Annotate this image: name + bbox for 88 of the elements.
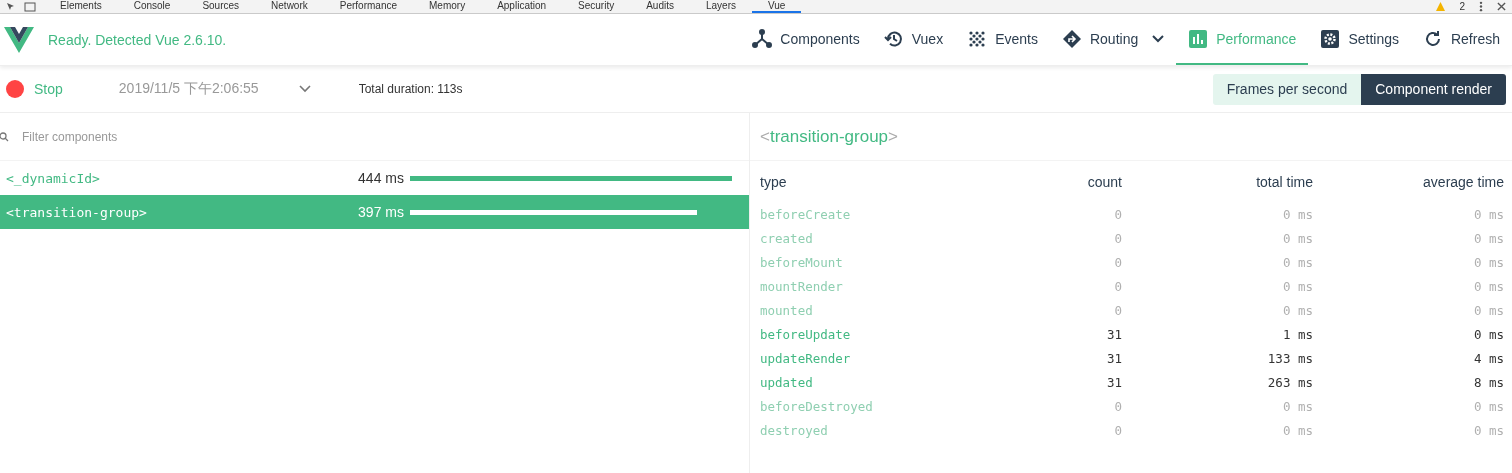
close-icon[interactable] [1497,2,1506,11]
table-cell-text: 0 ms [1281,422,1313,440]
table-cell-text: 0 [1113,206,1122,224]
table-cell-text: 0 ms [1281,254,1313,272]
table-cell-text: 4 ms [1472,350,1504,368]
status-text: Ready. Detected Vue 2.6.10. [48,31,227,48]
warning-count[interactable]: 2 [1459,1,1465,12]
table-cell-text: 0 ms [1281,206,1313,224]
table-cell-text: 0 [1113,302,1122,320]
table-cell-text: 1 ms [1281,326,1313,344]
component-title: transition-group [769,126,889,147]
nav-tab[interactable]: Events [955,14,1050,65]
component-name: <transition-group> [6,204,148,220]
table-cell-text: 263 ms [1266,374,1313,392]
bracket: > [888,126,898,147]
devtools-tab[interactable]: Audits [630,0,690,13]
table-cell-text: 0 [1113,398,1122,416]
table-cell-text: 31 [1105,326,1122,344]
mode-button[interactable]: Component render [1361,73,1506,105]
caret-icon [1152,34,1165,43]
table-cell-text: mounted [760,302,814,320]
table-cell-text: beforeUpdate [760,326,852,344]
refresh-button[interactable]: Refresh [1410,14,1512,65]
nav-tab[interactable]: Vuex [871,14,956,65]
table-cell-text: 8 ms [1472,374,1504,392]
devtools-tab[interactable]: Elements [44,0,118,13]
column-header: type [760,173,788,192]
tree-icon [752,28,773,49]
warning-icon [1436,2,1446,11]
table-cell-text: 0 [1113,422,1122,440]
nav-tab[interactable]: Components [740,14,872,65]
table-cell-text: mountRender [760,278,844,296]
table-cell-text: 0 ms [1281,302,1313,320]
devtools-tab[interactable]: Security [562,0,631,13]
table-cell-text: updateRender [760,350,852,368]
devtools-tab[interactable]: Vue [752,0,802,13]
bracket: < [760,126,770,147]
table-cell-text: 0 ms [1472,278,1504,296]
table-cell-text: beforeDestroyed [760,398,874,416]
devtools-tab[interactable]: Performance [323,0,413,13]
table-cell-text: 0 ms [1472,398,1504,416]
table-cell-text: 0 ms [1281,230,1313,248]
nav-tab[interactable]: Routing [1049,14,1177,65]
caret-icon [298,85,311,93]
table-cell-text: 0 ms [1472,230,1504,248]
table-cell-text: beforeMount [760,254,844,272]
devtools-tab[interactable]: Console [117,0,187,13]
more-icon[interactable] [1479,1,1483,12]
table-cell-text: 31 [1105,374,1122,392]
mode-button[interactable]: Frames per second [1212,73,1362,105]
diamond-icon [1061,28,1082,49]
table-cell-text: 0 ms [1472,302,1504,320]
settings-icon [1320,28,1341,49]
table-cell-text: 0 ms [1281,278,1313,296]
component-time: 444 ms [357,170,404,186]
table-cell-text: 0 ms [1281,398,1313,416]
nav-tab[interactable]: Settings [1308,14,1411,65]
column-header: average time [1422,173,1504,192]
table-cell-text: 0 ms [1472,326,1504,344]
table-cell-text: destroyed [760,422,829,440]
column-header: total time [1255,173,1313,192]
component-name: <_dynamicId> [6,170,101,186]
table-cell-text: 133 ms [1266,350,1313,368]
table-cell-text: beforeCreate [760,206,852,224]
devtools-tab[interactable]: Network [255,0,324,13]
table-cell-text: 0 ms [1472,206,1504,224]
component-row[interactable]: <_dynamicId> 444 ms [0,161,749,195]
devtools-tab[interactable]: Layers [690,0,752,13]
table-cell-text: 0 [1113,230,1122,248]
devtools-tab[interactable]: Sources [186,0,256,13]
logo-icon [4,26,34,53]
table-cell-text: 0 ms [1472,422,1504,440]
table-cell-text: 0 [1113,254,1122,272]
chart-icon [1188,28,1209,49]
history-icon [883,28,904,49]
table-cell-text: updated [760,374,814,392]
devtools-tab[interactable]: Memory [413,0,482,13]
cursor-icon[interactable] [6,1,16,12]
table-cell-text: 0 [1113,278,1122,296]
component-time: 397 ms [357,204,404,220]
devtools-tab[interactable]: Application [481,0,563,13]
search-icon [0,130,10,143]
total-duration: Total duration: 113s [358,82,463,96]
device-icon[interactable] [24,1,36,12]
table-cell-text: created [760,230,814,248]
column-header: count [1086,173,1122,192]
table-cell-text: 0 ms [1472,254,1504,272]
table-cell-text: 31 [1105,350,1122,368]
